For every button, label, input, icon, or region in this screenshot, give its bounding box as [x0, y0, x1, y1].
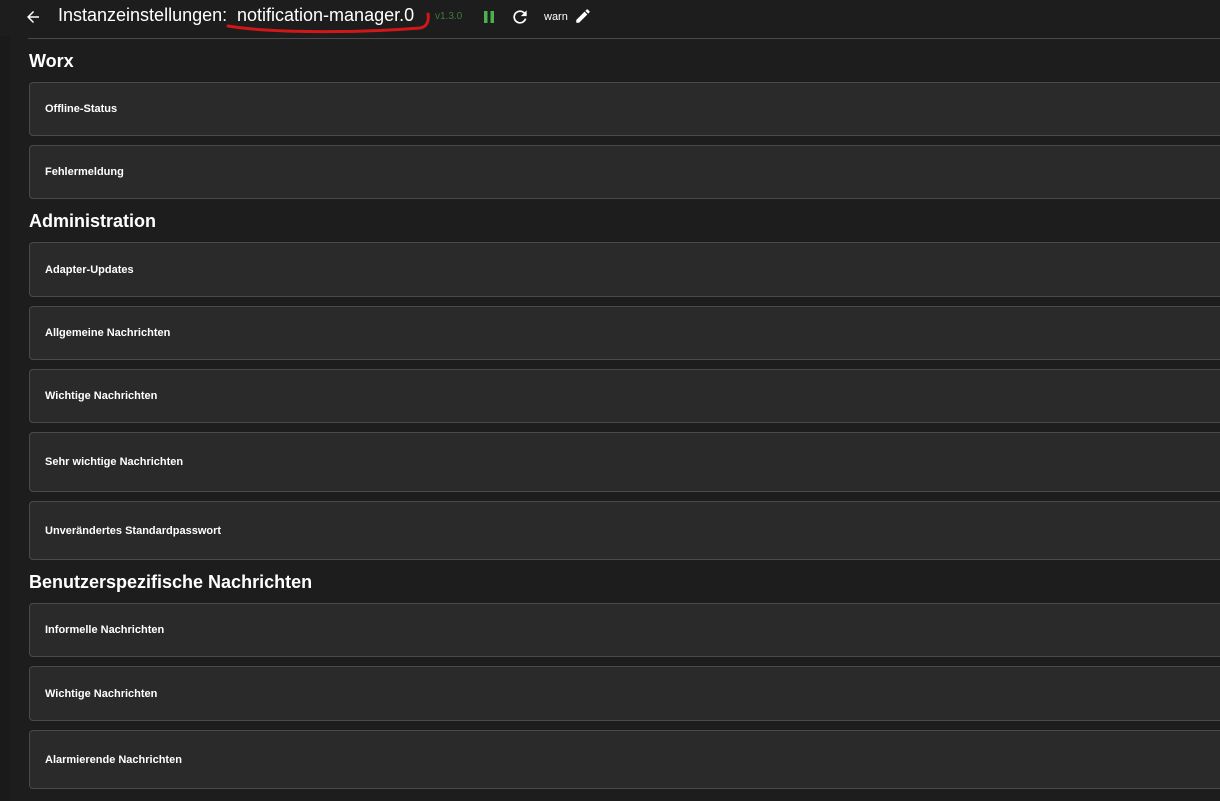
section-title-worx: Worx	[29, 51, 74, 71]
panel-label: Offline-Status	[45, 103, 118, 115]
panel-label: Wichtige Nachrichten	[45, 390, 158, 402]
panel-wichtige-nachrichten-admin[interactable]: Wichtige Nachrichten	[29, 369, 1220, 423]
panel-standardpasswort[interactable]: Unverändertes Standardpasswort	[29, 501, 1220, 560]
divider	[28, 38, 1220, 39]
section-title-benutzerspezifisch: Benutzerspezifische Nachrichten	[29, 572, 313, 592]
panel-alarmierende-nachrichten[interactable]: Alarmierende Nachrichten	[29, 730, 1220, 789]
panel-label: Adapter-Updates	[45, 263, 134, 276]
panel-label: Fehlermeldung	[45, 166, 124, 178]
panel-fehlermeldung[interactable]: Fehlermeldung	[29, 145, 1220, 199]
settings-content: Worx Offline-Status Fehlermeldung Admini…	[0, 0, 1220, 801]
panel-adapter-updates[interactable]: Adapter-Updates	[29, 242, 1220, 297]
panel-wichtige-nachrichten-user[interactable]: Wichtige Nachrichten	[29, 666, 1220, 721]
panel-sehr-wichtige-nachrichten[interactable]: Sehr wichtige Nachrichten	[29, 432, 1220, 492]
panel-allgemeine-nachrichten[interactable]: Allgemeine Nachrichten	[29, 306, 1220, 360]
panel-label: Informelle Nachrichten	[45, 624, 165, 636]
panel-label: Sehr wichtige Nachrichten	[45, 456, 184, 468]
panel-label: Unverändertes Standardpasswort	[45, 524, 222, 537]
panel-label: Allgemeine Nachrichten	[45, 327, 171, 339]
panel-label: Alarmierende Nachrichten	[45, 753, 182, 766]
panel-label: Wichtige Nachrichten	[45, 687, 158, 700]
panel-offline-status[interactable]: Offline-Status	[29, 82, 1220, 136]
panel-informelle-nachrichten[interactable]: Informelle Nachrichten	[29, 603, 1220, 657]
section-title-administration: Administration	[29, 211, 157, 231]
